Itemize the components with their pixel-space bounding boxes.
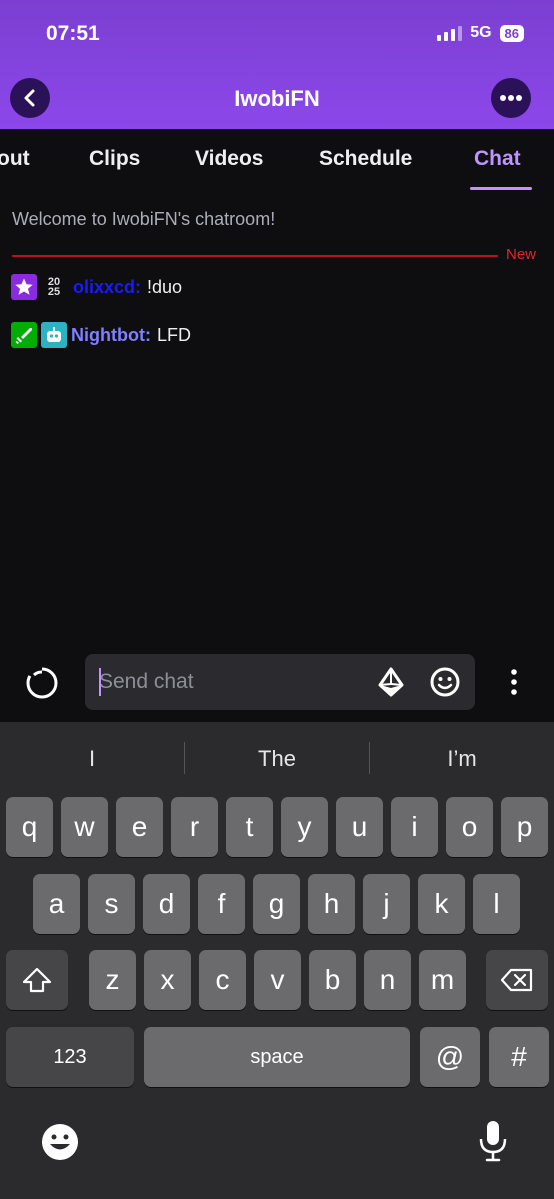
key-c[interactable]: c <box>199 950 246 1010</box>
key-p[interactable]: p <box>501 797 548 857</box>
keyboard-suggestions: I The I’m <box>0 722 554 792</box>
subscriber-badge[interactable] <box>11 274 37 300</box>
chat-message[interactable]: 20 25 olixxcd: !duo <box>11 274 182 300</box>
key-z[interactable]: z <box>89 950 136 1010</box>
tab-clips[interactable]: Clips <box>89 147 140 171</box>
suggestion-item[interactable]: The <box>185 746 369 772</box>
chat-username[interactable]: olixxcd: <box>73 277 141 298</box>
signal-icon <box>437 25 463 41</box>
tab-chat[interactable]: Chat <box>474 147 521 171</box>
space-key[interactable]: space <box>144 1027 410 1087</box>
key-r[interactable]: r <box>171 797 218 857</box>
key-o[interactable]: o <box>446 797 493 857</box>
key-j[interactable]: j <box>363 874 410 934</box>
page-title: IwobiFN <box>234 86 320 111</box>
new-messages-label: New <box>506 246 537 263</box>
ellipsis-icon <box>500 95 522 101</box>
key-b[interactable]: b <box>309 950 356 1010</box>
key-v[interactable]: v <box>254 950 301 1010</box>
chat-message-text: !duo <box>147 276 183 297</box>
header-bar: 07:51 5G 86 IwobiFN <box>0 0 554 129</box>
key-y[interactable]: y <box>281 797 328 857</box>
bits-icon[interactable] <box>375 666 407 698</box>
key-x[interactable]: x <box>144 950 191 1010</box>
key-t[interactable]: t <box>226 797 273 857</box>
battery-indicator: 86 <box>499 24 524 42</box>
backspace-key[interactable] <box>486 950 548 1010</box>
tab-schedule[interactable]: Schedule <box>319 147 412 171</box>
on-screen-keyboard: I The I’m qwertyuiop asdfghjkl zxcvbnm 1… <box>0 722 554 1199</box>
key-k[interactable]: k <box>418 874 465 934</box>
channel-points-icon[interactable] <box>25 666 59 700</box>
text-cursor <box>99 668 101 696</box>
key-a[interactable]: a <box>33 874 80 934</box>
status-time: 07:51 <box>46 22 100 45</box>
tab-about[interactable]: out <box>0 147 30 171</box>
microphone-icon[interactable] <box>478 1119 508 1163</box>
moderator-badge[interactable] <box>11 322 37 348</box>
key-f[interactable]: f <box>198 874 245 934</box>
year-badge[interactable]: 20 25 <box>41 274 67 300</box>
suggestion-item[interactable]: I’m <box>370 746 554 772</box>
emoji-icon[interactable] <box>429 666 461 698</box>
chat-input-container[interactable] <box>85 654 475 710</box>
chat-message-text: LFD <box>156 324 191 345</box>
numbers-key[interactable]: 123 <box>6 1027 134 1087</box>
backspace-icon <box>500 968 533 992</box>
key-m[interactable]: m <box>419 950 466 1010</box>
chat-settings-icon[interactable] <box>500 666 528 698</box>
key-h[interactable]: h <box>308 874 355 934</box>
shift-key[interactable] <box>6 950 68 1010</box>
key-d[interactable]: d <box>143 874 190 934</box>
channel-tabs: out Clips Videos Schedule Chat <box>0 129 554 193</box>
key-g[interactable]: g <box>253 874 300 934</box>
key-w[interactable]: w <box>61 797 108 857</box>
key-e[interactable]: e <box>116 797 163 857</box>
chat-username[interactable]: Nightbot: <box>71 325 151 346</box>
key-i[interactable]: i <box>391 797 438 857</box>
star-icon <box>15 278 33 295</box>
emoji-keyboard-icon[interactable] <box>40 1122 80 1162</box>
network-type: 5G <box>470 24 492 41</box>
more-options-button[interactable] <box>491 78 531 118</box>
new-messages-divider <box>12 255 498 257</box>
key-l[interactable]: l <box>473 874 520 934</box>
key-s[interactable]: s <box>88 874 135 934</box>
robot-icon <box>47 327 61 342</box>
key-n[interactable]: n <box>364 950 411 1010</box>
shift-icon <box>22 967 52 993</box>
suggestion-item[interactable]: I <box>0 746 184 772</box>
hash-key[interactable]: # <box>489 1027 549 1087</box>
tab-videos[interactable]: Videos <box>195 147 263 171</box>
chat-input-row <box>0 654 554 712</box>
chat-input[interactable] <box>99 654 359 710</box>
active-tab-indicator <box>470 187 532 190</box>
sword-icon <box>15 328 32 344</box>
chat-welcome-message: Welcome to IwobiFN's chatroom! <box>12 209 276 229</box>
chat-message[interactable]: Nightbot: LFD <box>11 322 191 348</box>
bot-badge[interactable] <box>41 322 67 348</box>
key-u[interactable]: u <box>336 797 383 857</box>
status-indicators: 5G 86 <box>437 24 524 42</box>
at-key[interactable]: @ <box>420 1027 480 1087</box>
key-q[interactable]: q <box>6 797 53 857</box>
